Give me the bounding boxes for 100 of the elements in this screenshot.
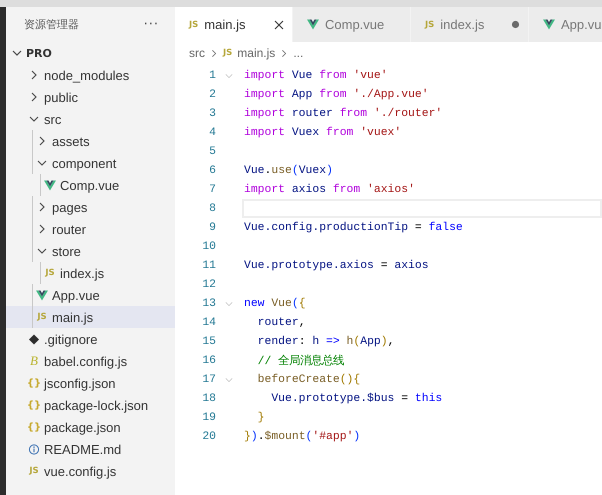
line-number: 8 [208,202,216,214]
code-line: import axios from 'axios' [243,182,416,198]
info-icon [28,444,40,454]
tree-item[interactable]: JS main.js [6,306,175,328]
vue-logo-icon [543,19,555,30]
fold-chevron-icon[interactable] [224,72,234,80]
line-number: 15 [201,336,216,348]
chevron-icon [37,158,47,168]
line-number: 1 [208,70,216,82]
more-actions-button[interactable]: ··· [144,17,159,32]
braces-icon: {} [26,378,42,388]
editor-tab[interactable]: App.vu [529,7,602,42]
chevron-icon [29,70,39,80]
file-name: package.json [44,420,121,434]
tree-item[interactable]: B babel.config.js [6,350,175,372]
line-number: 4 [208,126,216,138]
breadcrumb-item[interactable]: src [189,46,205,60]
tree-item[interactable]: public [6,86,175,108]
chevron-icon [37,224,47,234]
line-number: 19 [201,412,216,424]
breadcrumb-item[interactable]: ... [293,46,304,60]
tree-item[interactable]: src [6,108,175,130]
tree-item[interactable]: .gitignore [6,328,175,350]
code-line: // 全局消息总线 [256,354,346,370]
chevron-icon [29,92,39,102]
line-number: 14 [201,316,216,328]
chevron-icon [210,48,218,58]
file-name: jsconfig.json [44,376,116,390]
file-name: store [52,244,81,258]
explorer-title: 资源管理器 [24,17,79,32]
editor-tab[interactable]: JS index.js [411,7,529,42]
file-name: vue.config.js [44,464,116,478]
file-name: assets [52,134,90,148]
code-line: new Vue({ [243,296,307,312]
line-number: 10 [201,240,216,252]
fold-chevron-icon[interactable] [224,300,234,308]
vue-logo-icon [36,290,48,300]
editor-tab[interactable]: Comp.vue [293,7,411,42]
code-line: Vue.use(Vuex) [243,164,334,178]
breadcrumb-item[interactable]: main.js [237,46,276,60]
chevron-icon [37,202,47,212]
file-name: Comp.vue [60,178,120,192]
file-name: package-lock.json [44,398,148,412]
code-line: import Vuex from 'vuex' [243,126,402,140]
line-number: 6 [208,164,216,176]
chevron-icon [37,246,47,256]
tree-item[interactable]: README.md [6,438,175,460]
tree-item[interactable]: router [6,218,175,240]
tree-item[interactable]: JS index.js [6,262,175,284]
tree-item[interactable]: {} jsconfig.json [6,372,175,394]
line-number: 7 [208,184,216,196]
tree-item[interactable]: Comp.vue [6,174,175,196]
tree-item[interactable]: component [6,152,175,174]
vue-logo-icon [44,180,56,190]
tree-item[interactable]: assets [6,130,175,152]
tree-item[interactable]: {} package.json [6,416,175,438]
file-name: component [52,156,116,170]
line-number: 18 [201,392,216,404]
braces-icon: {} [26,422,42,432]
file-name: README.md [44,442,122,456]
file-name: src [44,112,62,126]
js-file-icon: JS [45,268,55,278]
line-number: 2 [208,88,216,100]
code-line: import router from './router' [243,106,444,122]
tree-item[interactable]: node_modules [6,64,175,86]
js-file-icon: JS [189,20,198,30]
code-line: import Vue from 'vue' [243,68,389,84]
braces-icon: {} [26,400,42,410]
code-line: Vue.config.productionTip = false [243,220,464,236]
code-line: } [256,410,266,426]
file-name: index.js [60,266,104,280]
js-file-icon: JS [29,466,39,476]
chevron-icon [29,114,39,124]
file-name: node_modules [44,68,130,82]
editor-tab[interactable]: JS main.js [175,7,293,42]
tree-item[interactable]: {} package-lock.json [6,394,175,416]
chevron-icon [37,136,47,146]
js-file-icon: JS [425,20,434,30]
code-line: Vue.prototype.axios = axios [243,258,430,274]
tree-item[interactable]: pages [6,196,175,218]
line-number: 17 [201,374,216,386]
code-line: render: h => h(App), [256,334,396,350]
file-name: App.vue [52,288,100,302]
file-name: main.js [52,310,94,324]
code-line: router, [256,316,307,330]
js-file-icon: JS [37,312,47,322]
fold-chevron-icon[interactable] [224,376,234,384]
code-line: }).$mount('#app') [243,430,362,444]
diamond-icon [28,334,40,344]
code-line: beforeCreate(){ [256,372,362,388]
chevron-icon [280,48,288,58]
file-name: .gitignore [44,332,98,346]
tree-item[interactable]: App.vue [6,284,175,306]
line-number: 11 [201,260,216,272]
tree-item[interactable]: JS vue.config.js [6,460,175,482]
js-file-icon: JS [223,48,232,58]
project-header[interactable]: PRO [6,42,175,64]
tree-item[interactable]: store [6,240,175,262]
close-icon[interactable] [274,20,284,30]
line-number: 5 [208,146,216,158]
